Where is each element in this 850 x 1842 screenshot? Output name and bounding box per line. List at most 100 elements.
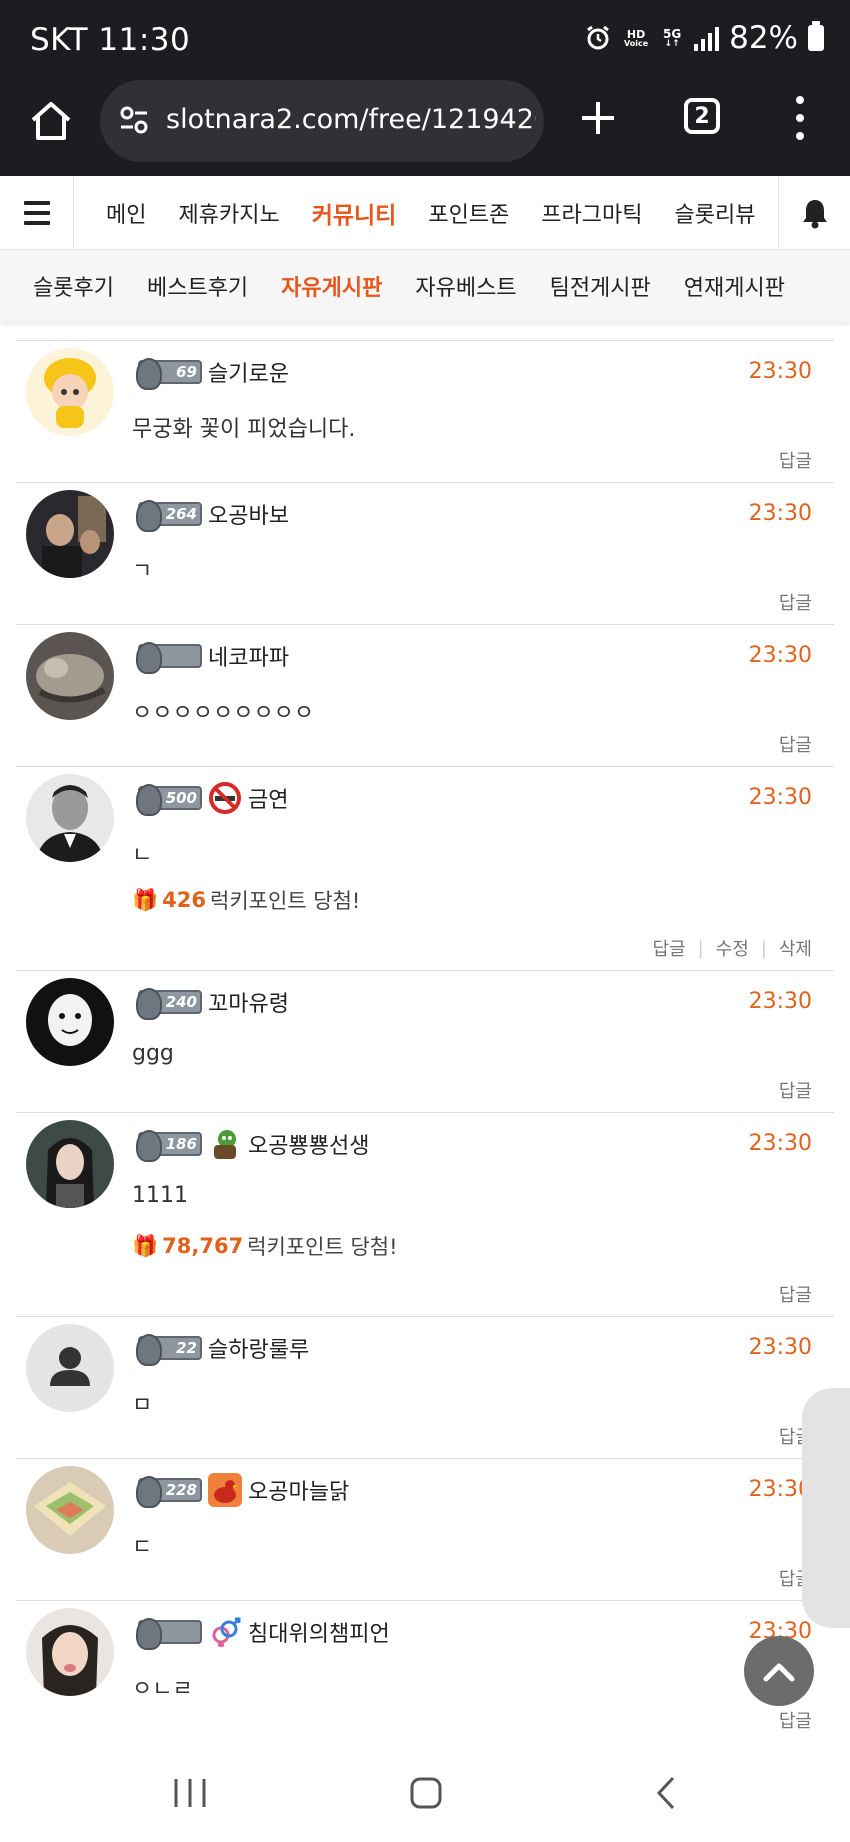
comment-meta: 186 오공뿅뿅선생 [136, 1127, 369, 1162]
comment-list: 69 슬기로운 23:30 무궁화 꽃이 피었습니다. 답글 264 오공바보 … [16, 340, 834, 1742]
hd-voice-icon: HD Voice [624, 27, 649, 48]
level-badge: 186 [136, 1130, 202, 1162]
comment-text: 1111 [132, 1183, 188, 1208]
avatar[interactable] [26, 1324, 114, 1412]
gift-icon: 🎁 [132, 887, 159, 912]
url-text: slotnara2.com/free/12194266# [166, 104, 536, 135]
notification-bell-icon[interactable] [778, 176, 850, 250]
level-badge [136, 1618, 202, 1650]
tab-switcher-button[interactable]: 2 [684, 98, 720, 134]
status-time: SKT 11:30 [30, 22, 191, 58]
comment-meta: 22 슬하랑룰루 [136, 1331, 309, 1366]
nav-item-slot-review[interactable]: 슬롯리뷰 [675, 197, 756, 229]
level-badge: 240 [136, 988, 202, 1020]
no-smoking-icon [208, 781, 242, 815]
reply-button[interactable]: 답글 [779, 447, 812, 473]
comment-item: 228 오공마늘닭 23:30 ㄷ 답글 [16, 1458, 834, 1600]
comment-text: ㅇㅇㅇㅇㅇㅇㅇㅇㅇ [132, 701, 315, 726]
comment-actions: 답글 [779, 589, 812, 615]
subnav-free-board[interactable]: 자유게시판 [281, 270, 382, 302]
reply-button[interactable]: 답글 [779, 1707, 812, 1733]
comment-item: 침대위의챔피언 23:30 ㅇㄴㄹ 답글 [16, 1600, 834, 1742]
comment-author[interactable]: 오공바보 [208, 498, 289, 530]
comment-meta: 500 금연 [136, 781, 288, 816]
lucky-point-notice: 🎁 426 럭키포인트 당첨! [132, 885, 360, 915]
subnav-team-board[interactable]: 팀전게시판 [550, 270, 651, 302]
nav-item-partner-casino[interactable]: 제휴카지노 [178, 197, 279, 229]
delete-button[interactable]: 삭제 [779, 935, 812, 961]
comment-actions: 답글 [779, 1707, 812, 1733]
lucky-point-notice: 🎁 78,767 럭키포인트 당첨! [132, 1231, 398, 1261]
chevron-up-icon [763, 1663, 795, 1682]
recent-apps-icon[interactable] [160, 1766, 220, 1820]
comment-item: 69 슬기로운 23:30 무궁화 꽃이 피었습니다. 답글 [16, 340, 834, 482]
home-button-icon[interactable] [396, 1766, 456, 1820]
edit-button[interactable]: 수정 [716, 935, 749, 961]
hamburger-menu-icon[interactable] [0, 176, 74, 250]
comment-time: 23:30 [748, 1131, 812, 1156]
nav-item-community[interactable]: 커뮤니티 [312, 196, 397, 230]
avatar[interactable] [26, 978, 114, 1066]
scroll-to-top-button[interactable] [744, 1636, 814, 1706]
battery-icon [808, 21, 824, 51]
site-nav-items: 메인 제휴카지노 커뮤니티 포인트존 프라그마틱 슬롯리뷰 [74, 176, 778, 250]
comment-author[interactable]: 슬기로운 [208, 356, 289, 388]
system-navigation-bar [0, 1744, 850, 1842]
back-icon[interactable] [636, 1766, 696, 1820]
subnav-best-reviews[interactable]: 베스트후기 [147, 270, 248, 302]
lucky-text: 럭키포인트 당첨! [247, 1235, 398, 1259]
new-tab-icon[interactable] [578, 98, 618, 138]
avatar[interactable] [26, 348, 114, 436]
nav-item-main[interactable]: 메인 [106, 197, 146, 229]
reply-button[interactable]: 답글 [779, 1077, 812, 1103]
comment-time: 23:30 [748, 643, 812, 668]
comment-actions: 답글 | 수정 | 삭제 [652, 935, 812, 961]
comment-author[interactable]: 금연 [248, 782, 288, 814]
comment-author[interactable]: 침대위의챔피언 [248, 1616, 390, 1648]
comment-text: 무궁화 꽃이 피었습니다. [132, 417, 356, 442]
lucky-points: 78,767 [162, 1234, 244, 1258]
gift-icon: 🎁 [132, 1233, 159, 1258]
avatar[interactable] [26, 1466, 114, 1554]
nav-item-pragmatic[interactable]: 프라그마틱 [541, 197, 642, 229]
5g-icon: 5G ↓↑ [662, 26, 682, 49]
subnav-free-best[interactable]: 자유베스트 [415, 270, 516, 302]
battery-percent: 82% [729, 20, 798, 56]
comment-author[interactable]: 오공뿅뿅선생 [248, 1128, 369, 1160]
comment-author[interactable]: 네코파파 [208, 640, 289, 672]
scroll-handle[interactable] [802, 1388, 850, 1628]
comment-meta: 69 슬기로운 [136, 355, 289, 390]
comment-text: ㄴ [132, 843, 153, 868]
subnav-serial-board[interactable]: 연재게시판 [684, 270, 785, 302]
comment-author[interactable]: 오공마늘닭 [248, 1474, 349, 1506]
lucky-text: 럭키포인트 당첨! [210, 889, 361, 913]
reply-button[interactable]: 답글 [652, 935, 685, 961]
home-icon[interactable] [28, 98, 74, 144]
reply-button[interactable]: 답글 [779, 1281, 812, 1307]
nav-item-point-zone[interactable]: 포인트존 [428, 197, 509, 229]
site-settings-icon[interactable] [118, 104, 150, 136]
level-badge: 22 [136, 1334, 202, 1366]
level-badge: 228 [136, 1476, 202, 1508]
avatar[interactable] [26, 632, 114, 720]
level-badge: 264 [136, 500, 202, 532]
avatar[interactable] [26, 1608, 114, 1696]
lucky-points: 426 [162, 888, 206, 912]
browser-menu-button[interactable] [790, 96, 810, 140]
avatar[interactable] [26, 490, 114, 578]
comment-text: ㅇㄴㄹ [132, 1677, 193, 1702]
tab-count: 2 [694, 103, 710, 129]
comment-author[interactable]: 슬하랑룰루 [208, 1332, 309, 1364]
comment-meta: 228 오공마늘닭 [136, 1473, 349, 1508]
avatar[interactable] [26, 1120, 114, 1208]
address-bar[interactable]: slotnara2.com/free/12194266# [100, 80, 544, 162]
board-subnav: 슬롯후기 베스트후기 자유게시판 자유베스트 팀전게시판 연재게시판 [0, 250, 850, 322]
reply-button[interactable]: 답글 [779, 589, 812, 615]
comment-time: 23:30 [748, 359, 812, 384]
reply-button[interactable]: 답글 [779, 731, 812, 757]
comment-time: 23:30 [748, 501, 812, 526]
signal-icon [694, 25, 720, 51]
subnav-slot-reviews[interactable]: 슬롯후기 [33, 270, 114, 302]
avatar[interactable] [26, 774, 114, 862]
comment-author[interactable]: 꼬마유령 [208, 986, 289, 1018]
